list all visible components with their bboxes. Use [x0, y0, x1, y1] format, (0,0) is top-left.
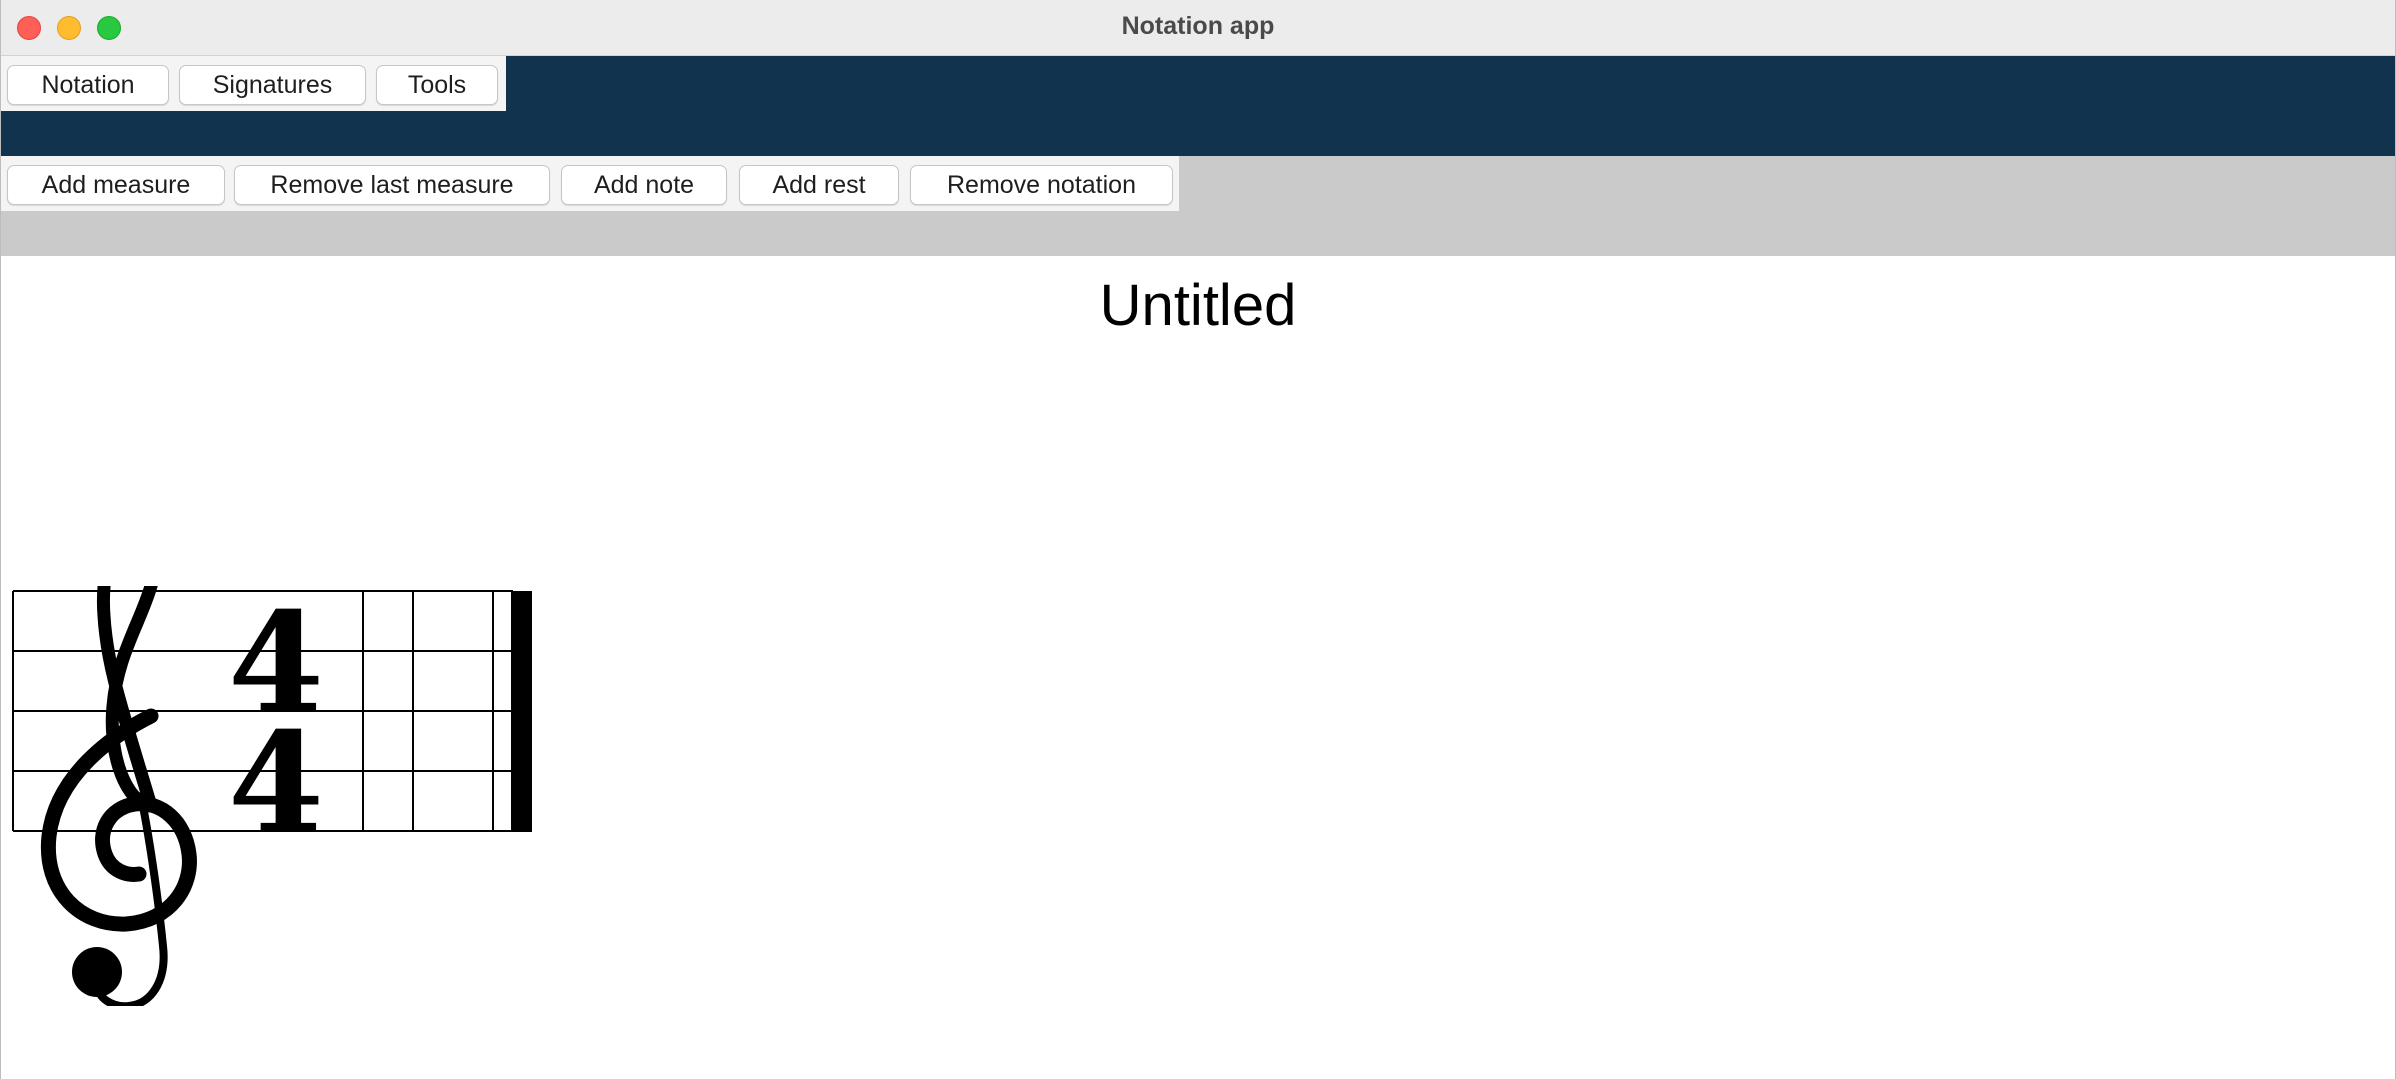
add-note-button[interactable]: Add note: [561, 165, 727, 205]
remove-notation-button[interactable]: Remove notation: [910, 165, 1173, 205]
toolbar-band: Add measure Remove last measure Add note…: [1, 156, 2395, 256]
score-canvas[interactable]: Untitled 4 4: [1, 256, 2395, 1079]
final-barline: [511, 591, 532, 832]
tab-tools[interactable]: Tools: [376, 65, 498, 105]
remove-last-measure-button[interactable]: Remove last measure: [234, 165, 550, 205]
add-measure-button[interactable]: Add measure: [7, 165, 225, 205]
clef-ball: [72, 947, 122, 997]
app-window: Notation app Notation Signatures Tools A…: [0, 0, 2396, 1079]
tab-signatures[interactable]: Signatures: [179, 65, 366, 105]
toolbar: Add measure Remove last measure Add note…: [1, 156, 1179, 211]
staff-drawing: 4 4: [12, 586, 532, 1006]
title-bar[interactable]: Notation app: [1, 0, 2395, 56]
treble-clef-icon[interactable]: [40, 586, 197, 1006]
score-title[interactable]: Untitled: [1, 272, 2395, 339]
menu-band: Notation Signatures Tools: [1, 56, 2395, 156]
tab-notation[interactable]: Notation: [7, 65, 169, 105]
time-signature-denominator: 4: [228, 701, 324, 864]
add-rest-button[interactable]: Add rest: [739, 165, 899, 205]
menu-tabs: Notation Signatures Tools: [1, 56, 506, 111]
time-signature[interactable]: 4 4: [228, 586, 324, 864]
window-title: Notation app: [1121, 12, 1275, 40]
